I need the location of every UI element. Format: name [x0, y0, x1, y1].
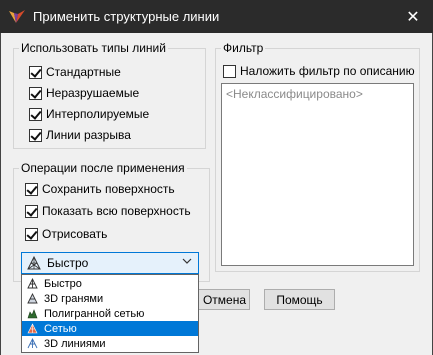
checkbox-box[interactable]: [29, 86, 42, 100]
post-operations-legend: Операции после применения: [19, 161, 187, 175]
checkbox-label: Неразрушаемые: [46, 86, 140, 100]
close-button[interactable]: ✕: [393, 0, 433, 33]
checkbox-label: Наложить фильтр по описанию: [240, 64, 415, 78]
app-logo-icon: [9, 10, 25, 23]
line-types-legend: Использовать типы линий: [19, 41, 168, 55]
checkbox-box[interactable]: [25, 204, 38, 218]
checkbox-label: Интерполируемые: [46, 107, 150, 121]
option-label: Сетью: [44, 322, 77, 335]
title-bar: Применить структурные линии ✕: [0, 0, 433, 33]
option-fast[interactable]: Быстро: [22, 276, 198, 291]
polyface-icon: [27, 309, 38, 319]
render-mode-select[interactable]: Быстро: [21, 252, 199, 274]
window-title: Применить структурные линии: [33, 9, 220, 24]
option-polyface-mesh[interactable]: Полигранной сетью: [22, 306, 198, 321]
help-button[interactable]: Помощь: [264, 289, 335, 310]
close-icon: ✕: [406, 8, 420, 26]
cancel-button-label: Отмена: [202, 292, 247, 307]
checkbox-render[interactable]: Отрисовать: [25, 226, 107, 242]
checkbox-label: Сохранить поверхность: [42, 182, 175, 196]
checkbox-label: Отрисовать: [42, 227, 108, 241]
checkbox-show-surface[interactable]: Показать всю поверхность: [25, 203, 191, 219]
checkbox-box[interactable]: [25, 227, 38, 241]
render-mode-value: Быстро: [47, 256, 89, 270]
checkbox-box[interactable]: [223, 64, 236, 78]
option-3d-lines[interactable]: 3D линиями: [22, 336, 198, 351]
wireframe-icon: [27, 278, 38, 289]
checkbox-indestructible[interactable]: Неразрушаемые: [29, 85, 139, 101]
option-mesh[interactable]: Сетью: [22, 321, 198, 336]
option-label: 3D гранями: [44, 292, 104, 305]
checkbox-label: Показать всю поверхность: [42, 204, 191, 218]
checkbox-label: Линии разрыва: [46, 128, 131, 142]
checkbox-label: Стандартные: [46, 65, 121, 79]
option-3d-faces[interactable]: 3D гранями: [22, 291, 198, 306]
checkbox-save-surface[interactable]: Сохранить поверхность: [25, 181, 175, 197]
checkbox-box[interactable]: [29, 107, 42, 121]
checkbox-interpolated[interactable]: Интерполируемые: [29, 106, 149, 122]
help-button-label: Помощь: [276, 292, 323, 307]
option-label: Быстро: [44, 277, 82, 290]
option-label: 3D линиями: [44, 337, 106, 350]
chevron-down-icon[interactable]: [182, 257, 192, 268]
checkbox-breaklines[interactable]: Линии разрыва: [29, 127, 131, 143]
faces-icon: [27, 293, 38, 304]
dialog-body: Использовать типы линий Стандартные Нера…: [0, 33, 433, 355]
lines-icon: [27, 338, 38, 349]
filter-legend: Фильтр: [221, 41, 266, 55]
filter-listbox[interactable]: <Неклассифицировано>: [221, 83, 414, 266]
option-label: Полигранной сетью: [44, 307, 145, 320]
checkbox-standard[interactable]: Стандартные: [29, 64, 121, 80]
checkbox-apply-filter[interactable]: Наложить фильтр по описанию: [223, 63, 415, 79]
checkbox-box[interactable]: [29, 65, 42, 79]
render-mode-dropdown: Быстро 3D гранями Полигранной сетью Сеть…: [21, 274, 199, 353]
checkbox-box[interactable]: [29, 128, 42, 142]
mesh-icon: [27, 323, 38, 334]
wireframe-icon: [27, 256, 41, 270]
checkbox-box[interactable]: [25, 182, 38, 196]
filter-list-item[interactable]: <Неклассифицировано>: [226, 87, 363, 101]
